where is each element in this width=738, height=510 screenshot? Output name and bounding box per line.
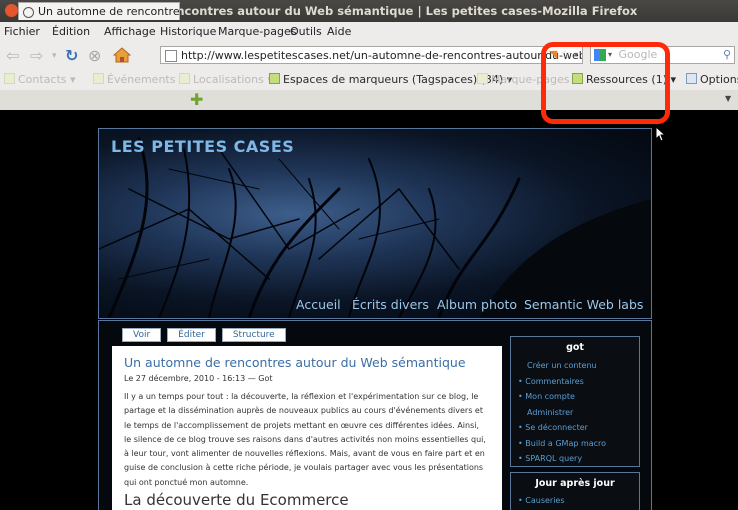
menu-link-sparql-query[interactable]: • SPARQL query bbox=[518, 451, 639, 467]
menu-link-my-account[interactable]: • Mon compte bbox=[518, 389, 639, 405]
site-identity-icon[interactable] bbox=[165, 50, 177, 62]
bookmark-folder-localisations[interactable]: Localisations ▾ bbox=[179, 73, 273, 86]
menu-aide[interactable]: Aide bbox=[327, 25, 351, 38]
branches-photo bbox=[99, 137, 651, 318]
post-meta: Le 27 décembre, 2010 - 16:13 — Got bbox=[124, 374, 273, 383]
post-line: guise de conclusion à cette riche périod… bbox=[124, 463, 484, 473]
url-text: http://www.lespetitescases.net/un-automn… bbox=[181, 49, 583, 62]
folder-icon bbox=[93, 73, 104, 84]
menu-link-gmap-macro[interactable]: • Build a GMap macro bbox=[518, 436, 639, 452]
history-dropdown-icon[interactable]: ▾ bbox=[52, 51, 57, 61]
menu-bar: Fichier Édition Affichage Historique Mar… bbox=[0, 22, 738, 41]
post-body: Il y a un temps pour tout : la découvert… bbox=[124, 390, 496, 490]
new-tab-plus-icon[interactable]: ✚ bbox=[190, 90, 203, 109]
post-line: qui ont ponctué mon automne. bbox=[124, 477, 249, 487]
site-header-banner: LES PETITES CASES Accueil Écrits divers … bbox=[98, 128, 652, 319]
highlight-annotation bbox=[541, 42, 670, 124]
browser-tab[interactable]: Un automne de rencontres aut... bbox=[18, 2, 180, 20]
folder-icon bbox=[4, 73, 15, 84]
forward-arrow-icon[interactable]: ⇨ bbox=[30, 46, 43, 65]
post-title[interactable]: Un automne de rencontres autour du Web s… bbox=[124, 355, 466, 370]
bookmark-folder-evenements[interactable]: Événements ▾ bbox=[93, 73, 184, 86]
menu-link-logout[interactable]: • Se déconnecter bbox=[518, 420, 639, 436]
folder-icon bbox=[269, 73, 280, 84]
menu-link-administer[interactable]: Administrer bbox=[518, 405, 639, 421]
post-line: le temps de l'accomplissement de projets… bbox=[124, 420, 480, 430]
back-arrow-icon[interactable]: ⇦ bbox=[6, 46, 19, 65]
post-line: à leur tour, vont alimenter de nouvelles… bbox=[124, 449, 485, 459]
mouse-cursor-icon bbox=[656, 127, 666, 142]
close-window-button[interactable] bbox=[5, 4, 18, 17]
blog-post: Un automne de rencontres autour du Web s… bbox=[112, 346, 502, 510]
tab-label: Un automne de rencontres aut... bbox=[38, 5, 180, 18]
home-icon[interactable] bbox=[113, 47, 131, 63]
tab-list-arrow-icon[interactable]: ▼ bbox=[725, 94, 731, 103]
folder-icon bbox=[477, 73, 488, 84]
menu-link-create-content[interactable]: Créer un contenu bbox=[518, 358, 639, 374]
menu-edition[interactable]: Édition bbox=[52, 25, 90, 38]
day-by-day-block: Jour après jour • Causeries bbox=[510, 472, 640, 510]
user-menu-block: got Créer un contenu • Commentaires • Mo… bbox=[510, 336, 640, 467]
tab-structure[interactable]: Structure bbox=[221, 328, 286, 342]
day-block-title: Jour après jour bbox=[535, 478, 615, 489]
nav-link-accueil[interactable]: Accueil bbox=[296, 297, 341, 312]
stop-icon[interactable]: ⊗ bbox=[88, 46, 101, 65]
menu-fichier[interactable]: Fichier bbox=[4, 25, 40, 38]
tab-editer[interactable]: Éditer bbox=[167, 328, 216, 342]
menu-link-comments[interactable]: • Commentaires bbox=[518, 374, 639, 390]
nav-link-semantic-web-labs[interactable]: Semantic Web labs bbox=[524, 297, 643, 312]
url-input[interactable]: http://www.lespetitescases.net/un-automn… bbox=[160, 46, 583, 64]
post-line: Il y a un temps pour tout : la découvert… bbox=[124, 392, 479, 401]
post-line: le silence de ce blog trouve ses raisons… bbox=[124, 434, 486, 444]
reload-icon[interactable]: ↻ bbox=[65, 46, 78, 65]
user-block-title: got bbox=[566, 342, 584, 353]
menu-outils[interactable]: Outils bbox=[290, 25, 322, 38]
bookmark-folder-contacts[interactable]: Contacts ▾ bbox=[4, 73, 76, 86]
folder-icon bbox=[179, 73, 190, 84]
bookmark-folder-tagspaces[interactable]: Espaces de marqueurs (Tagspaces) (34) ▾ bbox=[269, 73, 512, 86]
tab-site-icon bbox=[23, 7, 34, 18]
menu-marque-pages[interactable]: Marque-pages bbox=[218, 25, 296, 38]
nav-link-album-photo[interactable]: Album photo bbox=[437, 297, 517, 312]
tab-voir[interactable]: Voir bbox=[122, 328, 162, 342]
day-link-causeries[interactable]: • Causeries bbox=[518, 493, 639, 509]
magnifier-icon[interactable]: ⚲ bbox=[723, 47, 731, 63]
site-title[interactable]: LES PETITES CASES bbox=[111, 137, 294, 156]
menu-historique[interactable]: Historique bbox=[160, 25, 216, 38]
node-tabs: Voir Éditer Structure bbox=[122, 328, 286, 342]
post-subheading: La découverte du Ecommerce bbox=[124, 491, 349, 509]
bookmark-options[interactable]: Options bbox=[686, 73, 738, 86]
post-line: partage et la dissémination auprès de no… bbox=[124, 406, 483, 416]
menu-affichage[interactable]: Affichage bbox=[104, 25, 156, 38]
options-icon bbox=[686, 73, 697, 84]
nav-link-ecrits-divers[interactable]: Écrits divers bbox=[352, 297, 429, 312]
